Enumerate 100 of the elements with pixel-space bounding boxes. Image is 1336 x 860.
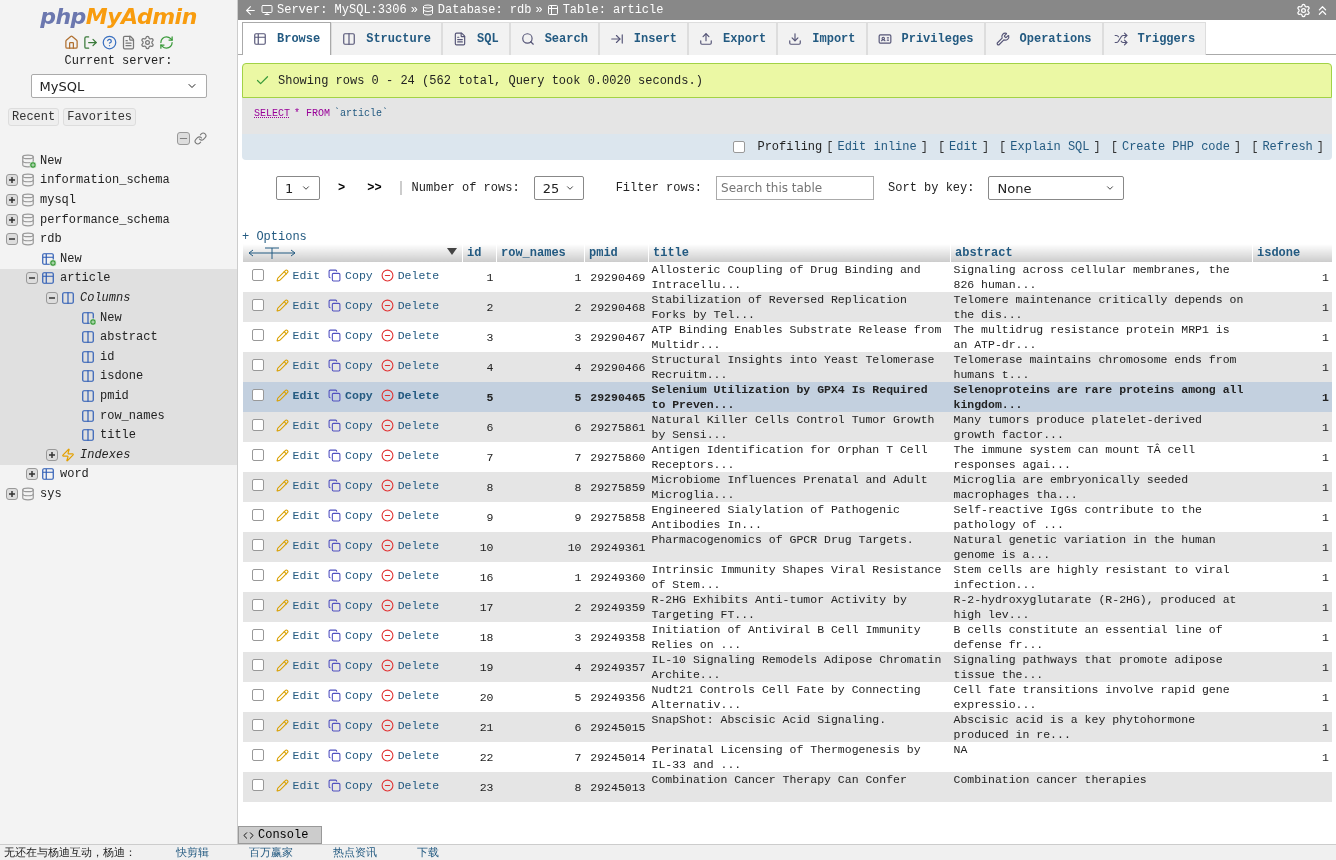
column-header[interactable]: id bbox=[462, 244, 497, 262]
tree-item[interactable]: information_schema bbox=[40, 173, 170, 188]
tree-item[interactable]: pmid bbox=[100, 388, 129, 403]
back-icon[interactable] bbox=[244, 3, 257, 17]
tab[interactable]: SQL bbox=[442, 22, 510, 55]
page-select[interactable]: 1 bbox=[276, 176, 320, 200]
table-row[interactable]: Edit Copy Delete 19 4 29249357 IL-10 Signaling Remodels Adipose Chromatin Archite... Signaling pathways that promote adipose tissue the... 1 bbox=[242, 652, 1332, 682]
tree-item[interactable]: New bbox=[100, 310, 122, 325]
tab[interactable]: Insert bbox=[598, 22, 689, 55]
copy-link[interactable]: Copy bbox=[328, 508, 373, 523]
tree-item[interactable]: row_names bbox=[100, 408, 165, 423]
edit-link[interactable]: Edit bbox=[275, 538, 321, 553]
row-checkbox[interactable] bbox=[251, 539, 264, 551]
table-row[interactable]: Edit Copy Delete 22 7 29245014 Perinatal Licensing of Thermogenesis by IL-33 and ... NA 1 bbox=[242, 742, 1332, 772]
row-checkbox[interactable] bbox=[251, 269, 264, 281]
tab[interactable]: Structure bbox=[331, 22, 443, 55]
edit-link[interactable]: Edit bbox=[275, 658, 321, 673]
copy-link[interactable]: Copy bbox=[328, 418, 373, 433]
delete-link[interactable]: Delete bbox=[380, 598, 440, 613]
tab[interactable]: Operations bbox=[984, 22, 1103, 55]
delete-link[interactable]: Delete bbox=[380, 778, 440, 793]
copy-link[interactable]: Copy bbox=[328, 658, 373, 673]
tree-item[interactable]: rdb bbox=[40, 232, 62, 247]
table-row[interactable]: Edit Copy Delete 16 1 29249360 Intrinsic Immunity Shapes Viral Resistance of Stem... Stem cells are highly resistant to viral infection... 1 bbox=[242, 562, 1332, 592]
tab[interactable]: Export bbox=[688, 22, 778, 55]
document-icon[interactable] bbox=[120, 35, 136, 50]
edit-link[interactable]: Edit bbox=[275, 328, 321, 343]
table-row[interactable]: Edit Copy Delete 3 3 29290467 ATP Binding Enables Substrate Release from Multidr... The multidrug resistance protein MRP1 is an ATP-dr... 1 bbox=[242, 322, 1332, 352]
row-checkbox[interactable] bbox=[251, 509, 264, 521]
edit-link[interactable]: Edit bbox=[275, 748, 321, 763]
tree-item[interactable]: article bbox=[60, 271, 111, 286]
delete-link[interactable]: Delete bbox=[380, 418, 440, 433]
breadcrumb-link[interactable]: Database: rdb bbox=[437, 3, 532, 17]
expand-toggle[interactable] bbox=[6, 487, 18, 500]
collapse-toggle[interactable] bbox=[46, 291, 58, 304]
row-checkbox[interactable] bbox=[251, 569, 264, 581]
edit-link[interactable]: Edit bbox=[275, 598, 321, 613]
table-row[interactable]: Edit Copy Delete 1 1 29290469 Allosteric Coupling of Drug Binding and Intracellu... Signaling across cellular membranes, the 826 human... 1 bbox=[242, 262, 1332, 292]
query-link[interactable]: Create PHP code bbox=[1121, 140, 1230, 154]
edit-link[interactable]: Edit bbox=[275, 478, 321, 493]
server-select[interactable]: MySQL bbox=[30, 74, 207, 98]
edit-link[interactable]: Edit bbox=[275, 718, 321, 733]
copy-link[interactable]: Copy bbox=[328, 358, 373, 373]
tree-item[interactable]: Columns bbox=[80, 290, 131, 305]
column-header[interactable]: pmid bbox=[584, 244, 649, 262]
tree-item[interactable]: mysql bbox=[40, 193, 76, 207]
table-row[interactable]: Edit Copy Delete 23 8 29245013 Combination Cancer Therapy Can Confer Combination cancer therapies bbox=[242, 772, 1332, 802]
edit-link[interactable]: Edit bbox=[275, 568, 321, 583]
tree-item[interactable]: New bbox=[40, 153, 62, 168]
status-item[interactable]: 快剪辑 bbox=[176, 845, 209, 860]
copy-link[interactable]: Copy bbox=[328, 448, 373, 463]
help-icon[interactable] bbox=[101, 35, 117, 50]
tab[interactable]: Browse bbox=[242, 22, 332, 55]
copy-link[interactable]: Copy bbox=[328, 538, 373, 553]
edit-link[interactable]: Edit bbox=[275, 268, 321, 283]
breadcrumb-link[interactable]: Table: article bbox=[562, 3, 664, 17]
highlighted-row[interactable]: Edit Copy Delete 5 5 29290465 Selenium Utilization by GPX4 Is Required to Preven... Selenoproteins are rare proteins among all kingdom... 1 bbox=[242, 382, 1332, 412]
dropdown-icon[interactable] bbox=[446, 246, 458, 256]
row-checkbox[interactable] bbox=[251, 389, 264, 401]
tab[interactable]: Import bbox=[777, 22, 867, 55]
table-row[interactable]: Edit Copy Delete 17 2 29249359 R-2HG Exhibits Anti-tumor Activity by Targeting FT... R-2-hydroxyglutarate (R-2HG), produced at high lev... 1 bbox=[242, 592, 1332, 622]
delete-link[interactable]: Delete bbox=[380, 358, 440, 373]
sidebar-tab[interactable]: Recent bbox=[8, 108, 60, 126]
table-row[interactable]: Edit Copy Delete 20 5 29249356 Nudt21 Controls Cell Fate by Connecting Alternativ... Cell fate transitions involve rapid gene expressio... 1 bbox=[242, 682, 1332, 712]
table-row[interactable]: Edit Copy Delete 10 10 29249361 Pharmacogenomics of GPCR Drug Targets. Natural genetic variation in the human genome is a... 1 bbox=[242, 532, 1332, 562]
tree-item[interactable]: abstract bbox=[100, 330, 158, 345]
tree-item[interactable]: New bbox=[60, 251, 82, 266]
settings-icon[interactable] bbox=[139, 35, 155, 50]
row-checkbox[interactable] bbox=[251, 689, 264, 701]
row-checkbox[interactable] bbox=[251, 449, 264, 461]
link-icon[interactable] bbox=[194, 132, 207, 145]
copy-link[interactable]: Copy bbox=[328, 748, 373, 763]
exit-icon[interactable] bbox=[82, 35, 98, 50]
row-checkbox[interactable] bbox=[251, 719, 264, 731]
edit-link[interactable]: Edit bbox=[275, 298, 321, 313]
table-row[interactable]: Edit Copy Delete 7 7 29275860 Antigen Identification for Orphan T Cell Receptors... The immune system can mount TÂ cell responses agai... 1 bbox=[242, 442, 1332, 472]
tab[interactable]: Search bbox=[509, 22, 599, 55]
delete-link[interactable]: Delete bbox=[380, 448, 440, 463]
delete-link[interactable]: Delete bbox=[380, 628, 440, 643]
row-checkbox[interactable] bbox=[251, 479, 264, 491]
collapse-toggle[interactable] bbox=[26, 272, 38, 285]
filter-input[interactable]: Search this table bbox=[716, 176, 875, 200]
row-checkbox[interactable] bbox=[251, 359, 264, 371]
status-item[interactable]: 百万赢家 bbox=[249, 845, 293, 860]
copy-link[interactable]: Copy bbox=[328, 388, 373, 403]
tree-item[interactable]: isdone bbox=[100, 369, 144, 384]
rows-select[interactable]: 25 bbox=[533, 176, 584, 200]
logo[interactable]: phpMyAdmin bbox=[40, 4, 197, 29]
delete-link[interactable]: Delete bbox=[380, 388, 440, 403]
edit-link[interactable]: Edit bbox=[275, 418, 321, 433]
options-link[interactable]: + Options bbox=[242, 216, 1332, 244]
collapse-toggle[interactable] bbox=[6, 233, 18, 246]
sidebar-tab[interactable]: Favorites bbox=[63, 108, 137, 126]
column-header[interactable]: abstract bbox=[950, 244, 1253, 262]
collapse-all-icon[interactable] bbox=[177, 132, 190, 145]
edit-link[interactable]: Edit bbox=[275, 388, 321, 403]
edit-link[interactable]: Edit bbox=[275, 688, 321, 703]
status-item[interactable]: 热点资讯 bbox=[333, 845, 377, 860]
edit-link[interactable]: Edit bbox=[275, 358, 321, 373]
expand-toggle[interactable] bbox=[46, 448, 58, 461]
